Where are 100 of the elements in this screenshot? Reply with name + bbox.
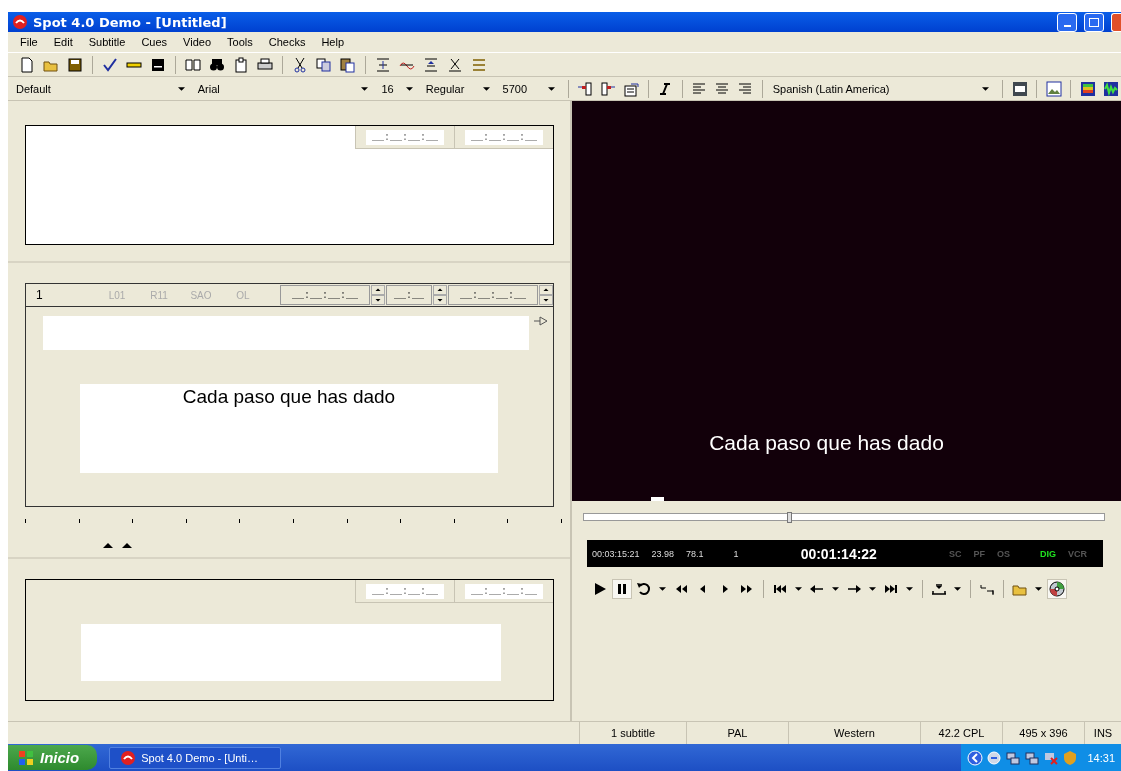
menu-item[interactable]: File <box>12 36 46 48</box>
caret-icon <box>906 587 913 591</box>
timecode-field[interactable]: __:__:__:__ <box>448 285 538 305</box>
timecode-field[interactable]: __:__:__:__ <box>465 129 543 145</box>
shield-icon <box>1062 749 1079 766</box>
properties-icon <box>623 80 640 97</box>
spinner[interactable] <box>539 285 553 305</box>
size-dropdown[interactable]: 16 <box>377 78 420 99</box>
indicator-label: SC <box>948 548 962 559</box>
flag-label: L01 <box>107 289 127 301</box>
flag-label: SAO <box>189 289 213 301</box>
current-timecode: 00:01:14:22 <box>800 545 877 562</box>
spinner[interactable] <box>433 285 447 305</box>
toolbar-button[interactable] <box>612 579 632 599</box>
caret-icon <box>982 86 990 91</box>
caret-icon <box>177 86 185 91</box>
app-logo-icon <box>12 14 28 30</box>
taskbar-button[interactable]: Spot 4.0 Demo - [Unti… <box>109 746 282 769</box>
timecode-field[interactable]: __:__ <box>386 285 432 305</box>
paste-icon <box>340 56 356 73</box>
minimize-button[interactable] <box>1057 12 1077 32</box>
position-marker <box>651 497 664 501</box>
count-text: 1 <box>733 548 739 559</box>
caret-icon <box>659 587 666 591</box>
indicator-label: PF <box>973 548 985 559</box>
bracket-icon <box>931 581 947 597</box>
subtitle-number: 1 <box>35 288 44 302</box>
start-button[interactable]: Inicio <box>8 745 98 770</box>
disc-icon <box>1049 581 1065 597</box>
down-icon <box>539 295 553 305</box>
text-field[interactable] <box>43 316 529 350</box>
up-icon <box>433 285 447 295</box>
network-icon <box>1024 749 1041 766</box>
menu-item[interactable]: Subtitle <box>80 36 134 48</box>
value-dropdown[interactable]: 5700 <box>498 78 562 99</box>
close-button[interactable] <box>1111 12 1121 32</box>
window-title: Spot 4.0 Demo - [Untitled] <box>33 14 228 30</box>
save-icon <box>67 56 83 73</box>
fps-text: 23.98 <box>651 548 675 559</box>
timecode-field[interactable]: __:__:__:__ <box>280 285 370 305</box>
restore-button[interactable] <box>1084 12 1104 32</box>
indicator-label: OS <box>996 548 1010 559</box>
font-dropdown[interactable]: Arial <box>193 78 376 99</box>
subtitle-text-field[interactable]: Cada paso que has dado <box>80 384 498 473</box>
caret-icon <box>482 86 490 91</box>
book-icon <box>185 56 201 73</box>
scissors-icon <box>292 56 308 73</box>
lines-icon <box>375 56 391 73</box>
pin-icon <box>533 313 549 329</box>
language-dropdown[interactable]: Spanish (Latin America) <box>768 78 997 99</box>
caret-icon <box>869 587 876 591</box>
spellcheck-icon <box>102 56 118 73</box>
timecode-field[interactable]: __:__:__:__ <box>465 583 543 599</box>
new-file-icon <box>19 56 35 73</box>
insert-before-icon <box>577 80 594 97</box>
image-icon <box>1045 80 1062 97</box>
menu-item[interactable]: Video <box>175 36 220 48</box>
seek-slider[interactable] <box>583 513 1105 521</box>
value-text: 78.1 <box>686 548 704 559</box>
back-icon <box>967 749 984 766</box>
align-left-icon <box>691 80 708 97</box>
bar-icon <box>150 56 166 73</box>
toolbar-button[interactable] <box>1047 579 1067 599</box>
caret-icon <box>795 587 802 591</box>
slider-thumb[interactable] <box>786 512 792 523</box>
weight-dropdown[interactable]: Regular <box>421 78 497 99</box>
spinner[interactable] <box>371 285 385 305</box>
caret-icon <box>361 86 369 91</box>
play-icon <box>592 581 608 597</box>
align-lines-icon <box>423 56 439 73</box>
video-subtitle: Cada paso que has dado <box>709 431 944 455</box>
printer-icon <box>257 56 273 73</box>
menu-item[interactable]: Help <box>313 36 353 48</box>
align-center-icon <box>714 80 731 97</box>
timecode-field[interactable]: __:__:__:__ <box>366 129 444 145</box>
menu-item[interactable]: Tools <box>219 36 261 48</box>
down-icon <box>371 295 385 305</box>
menu-item[interactable]: Edit <box>45 36 81 48</box>
clock: 14:31 <box>1087 751 1115 764</box>
color-bars-icon <box>1079 80 1096 97</box>
caret-icon <box>954 587 961 591</box>
split-icon <box>447 56 463 73</box>
indicator-label: VCR <box>1067 548 1087 559</box>
up-icon <box>371 285 385 295</box>
waveform-icon <box>1102 80 1119 97</box>
timecode-field[interactable]: __:__:__:__ <box>366 583 444 599</box>
indicator-label: DIG <box>1039 548 1056 559</box>
app-logo-icon <box>120 749 137 766</box>
style-dropdown[interactable]: Default <box>12 78 192 99</box>
menu-item[interactable]: Checks <box>260 36 314 48</box>
duration-text: 00:03:15:21 <box>592 548 640 559</box>
frame-icon <box>1011 80 1028 97</box>
equal-lines-icon <box>471 56 487 73</box>
insert-after-icon <box>600 80 617 97</box>
copy-icon <box>316 56 332 73</box>
flag-label: R11 <box>149 289 169 301</box>
menu-item[interactable]: Cues <box>133 36 176 48</box>
align-right-icon <box>737 80 754 97</box>
caret-icon <box>1035 587 1042 591</box>
flag-label: OL <box>235 289 251 301</box>
